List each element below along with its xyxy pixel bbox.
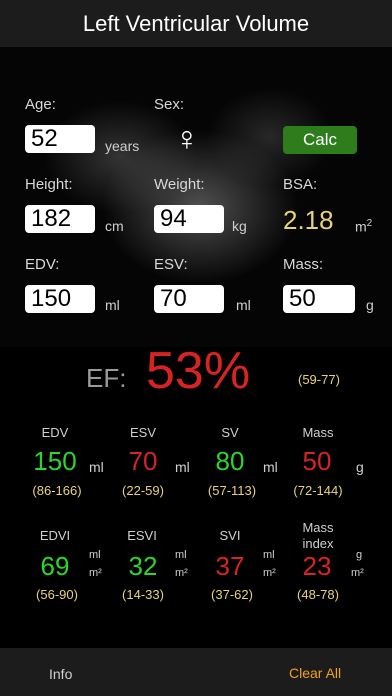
ef-label: EF: xyxy=(86,363,127,393)
mass-label: Mass: xyxy=(283,256,324,273)
mass-input[interactable]: 50 xyxy=(283,285,355,313)
age-input[interactable]: 52 xyxy=(25,125,95,153)
result-esv-unit: ml xyxy=(175,459,190,475)
result-sv-range: (57-113) xyxy=(207,483,257,498)
ef-range: (59-77) xyxy=(298,372,340,387)
result-edvi-unit-bottom: m² xyxy=(89,567,102,579)
result-sv-unit: ml xyxy=(263,459,278,475)
bsa-unit: m2 xyxy=(355,218,373,235)
age-label: Age: xyxy=(25,96,56,113)
result-edvi-range: (56-90) xyxy=(36,587,78,602)
height-input[interactable]: 182 xyxy=(25,205,95,233)
bsa-value: 2.18 xyxy=(283,205,334,235)
weight-input[interactable]: 94 xyxy=(154,205,224,233)
page-title: Left Ventricular Volume xyxy=(82,10,310,36)
result-esvi-header: ESVI xyxy=(127,528,157,543)
result-mass-index-header-line1: Mass xyxy=(302,520,334,535)
weight-label: Weight: xyxy=(154,176,205,193)
result-esvi-value: 32 xyxy=(128,551,158,581)
result-svi-header: SVI xyxy=(219,528,241,543)
result-mass-header: Mass xyxy=(302,425,334,440)
result-mass-index-unit-bottom: m² xyxy=(351,567,364,579)
result-mass-range: (72-144) xyxy=(293,483,343,498)
edv-label: EDV: xyxy=(25,256,60,273)
esv-input[interactable]: 70 xyxy=(154,285,224,313)
mass-unit: g xyxy=(366,297,374,313)
result-mass-value: 50 xyxy=(302,446,332,476)
result-edvi-unit-top: ml xyxy=(89,549,101,561)
height-unit: cm xyxy=(105,218,124,234)
result-sv-value: 80 xyxy=(215,446,245,476)
result-esvi-unit-top: ml xyxy=(175,549,187,561)
result-mass-index-value: 23 xyxy=(302,551,332,581)
weight-unit: kg xyxy=(232,218,247,234)
female-icon[interactable]: ♀ xyxy=(174,120,200,159)
bsa-label: BSA: xyxy=(283,176,318,193)
edv-unit: ml xyxy=(105,297,120,313)
result-edvi-value: 69 xyxy=(40,551,70,581)
height-label: Height: xyxy=(25,176,73,193)
age-unit: years xyxy=(105,138,140,154)
result-esv-range: (22-59) xyxy=(122,483,164,498)
sex-label: Sex: xyxy=(154,96,185,113)
ef-value: 53% xyxy=(146,342,251,400)
title-bar: Left Ventricular Volume xyxy=(0,0,392,47)
result-esvi-unit-bottom: m² xyxy=(175,567,188,579)
result-edv-unit: ml xyxy=(89,459,104,475)
edv-input[interactable]: 150 xyxy=(25,285,95,313)
calc-button[interactable]: Calc xyxy=(283,126,357,154)
result-mass-index-range: (48-78) xyxy=(297,587,339,602)
result-svi-unit-top: ml xyxy=(263,549,275,561)
result-svi-unit-bottom: m² xyxy=(263,567,276,579)
result-svi-range: (37-62) xyxy=(211,587,253,602)
result-esvi-range: (14-33) xyxy=(122,587,164,602)
clear-all-button[interactable]: Clear All xyxy=(289,665,341,681)
info-button[interactable]: Info xyxy=(49,666,72,682)
result-edvi-header: EDVI xyxy=(39,528,71,543)
result-esv-header: ESV xyxy=(129,425,156,440)
result-svi-value: 37 xyxy=(215,551,245,581)
result-edv-header: EDV xyxy=(41,425,69,440)
result-mass-unit: g xyxy=(356,459,364,475)
result-mass-index-unit-top: g xyxy=(356,549,363,561)
result-sv-header: SV xyxy=(221,425,239,440)
result-edv-value: 150 xyxy=(33,446,77,476)
esv-label: ESV: xyxy=(154,256,188,273)
result-edv-range: (86-166) xyxy=(32,483,82,498)
result-esv-value: 70 xyxy=(128,446,158,476)
result-mass-index-header-line2: index xyxy=(302,536,334,551)
esv-unit: ml xyxy=(236,297,251,313)
